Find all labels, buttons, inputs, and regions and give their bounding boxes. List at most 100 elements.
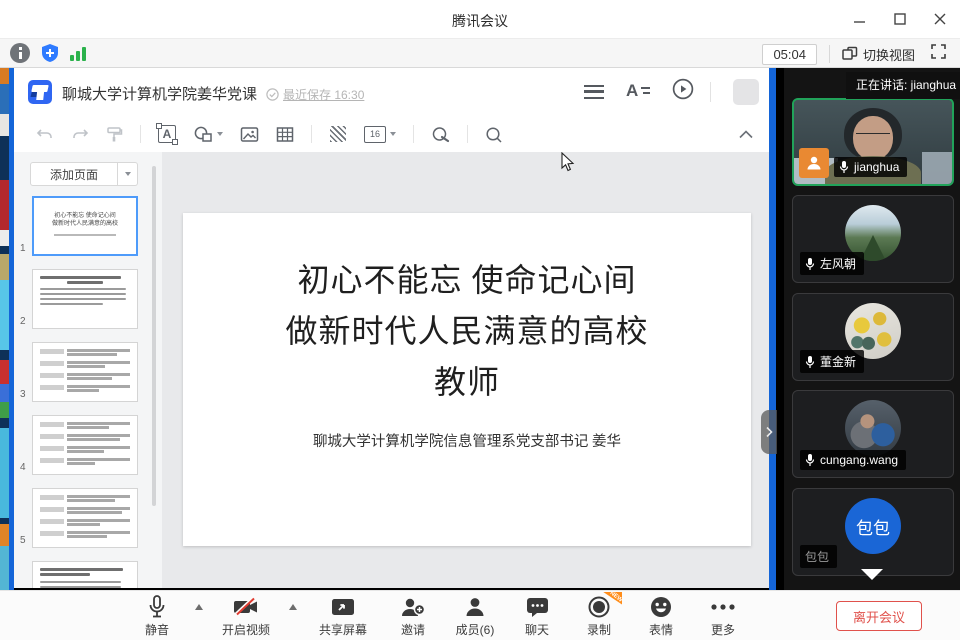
more-participants-arrow[interactable] bbox=[861, 569, 883, 580]
participant-tile-jianghua[interactable]: jianghua bbox=[792, 98, 954, 186]
slide-thumbnail-3[interactable]: 3 bbox=[32, 342, 138, 402]
participant-name: cungang.wang bbox=[820, 453, 898, 467]
saved-check-icon bbox=[266, 88, 279, 101]
smiley-icon bbox=[649, 595, 673, 619]
play-icon bbox=[672, 78, 694, 100]
add-page-dropdown[interactable] bbox=[118, 162, 138, 186]
share-border-right bbox=[769, 68, 776, 590]
mic-icon bbox=[839, 160, 849, 174]
doc-header: 聊城大学计算机学院姜华党课 最近保存 16:30 A bbox=[14, 68, 769, 116]
save-status: 最近保存 16:30 bbox=[266, 86, 364, 103]
panel-scrollbar[interactable] bbox=[152, 166, 156, 506]
mic-icon bbox=[147, 595, 167, 619]
close-button[interactable] bbox=[920, 0, 960, 38]
slide-thumbnail-2[interactable]: 2 bbox=[32, 269, 138, 329]
search-button[interactable] bbox=[485, 126, 503, 143]
image-button[interactable] bbox=[240, 126, 259, 143]
participant-name-chip: jianghua bbox=[834, 157, 907, 177]
doc-toolbar: A 16 bbox=[14, 116, 769, 152]
participant-name-chip: 董金新 bbox=[800, 350, 864, 373]
chat-button[interactable]: 聊天 bbox=[506, 594, 568, 638]
chat-icon bbox=[526, 596, 549, 618]
participant-name: jianghua bbox=[854, 160, 899, 174]
slide-thumbnail-6[interactable] bbox=[32, 561, 138, 588]
participant-name: 包包 bbox=[805, 548, 829, 565]
start-video-button[interactable]: 开启视频 bbox=[210, 594, 282, 638]
maximize-button[interactable] bbox=[880, 0, 920, 38]
fullscreen-button[interactable] bbox=[931, 44, 946, 64]
add-page-button[interactable]: 添加页面 bbox=[30, 162, 118, 186]
participant-tile-dongjinxin[interactable]: 董金新 bbox=[792, 293, 954, 381]
participant-tile-baobao[interactable]: 包包 包包 bbox=[792, 488, 954, 576]
network-signal-icon[interactable] bbox=[70, 45, 90, 63]
participant-name-chip: cungang.wang bbox=[800, 450, 906, 470]
more-dots-icon bbox=[710, 603, 736, 611]
thumbnail-number: 1 bbox=[20, 243, 26, 254]
expand-panel-tab[interactable] bbox=[761, 410, 777, 454]
slide-subtitle: 聊城大学计算机学院信息管理系党支部书记 姜华 bbox=[183, 430, 751, 451]
minimize-icon bbox=[854, 13, 866, 25]
security-shield-icon[interactable] bbox=[40, 43, 60, 63]
mic-options-arrow[interactable] bbox=[188, 604, 210, 610]
table-button[interactable] bbox=[276, 126, 294, 143]
share-screen-button[interactable]: 共享屏幕 bbox=[304, 594, 382, 638]
divider bbox=[413, 125, 414, 143]
thumbnail-number: 4 bbox=[20, 462, 26, 473]
present-button[interactable] bbox=[672, 78, 694, 105]
slide-thumbnail-4[interactable]: 4 bbox=[32, 415, 138, 475]
host-person-icon bbox=[805, 154, 823, 172]
switch-view-label: 切换视图 bbox=[863, 45, 915, 64]
format-painter-button[interactable] bbox=[106, 126, 123, 143]
mute-button[interactable]: 静音 bbox=[126, 594, 188, 638]
chevron-right-icon bbox=[765, 426, 773, 438]
members-icon bbox=[464, 596, 486, 618]
tencent-meeting-window: 腾讯会议 05:04 切换视图 bbox=[0, 0, 960, 640]
menu-icon[interactable] bbox=[584, 85, 604, 99]
account-avatar[interactable] bbox=[733, 79, 759, 105]
more-button[interactable]: 更多 bbox=[692, 594, 754, 638]
textbox-button[interactable]: A bbox=[158, 125, 176, 143]
participant-tile-zuofengchao[interactable]: 左风朝 bbox=[792, 195, 954, 283]
record-button[interactable]: NEW 录制 bbox=[568, 594, 630, 638]
maximize-icon bbox=[894, 13, 906, 25]
invite-button[interactable]: 邀请 bbox=[382, 594, 444, 638]
meeting-bottom-toolbar: 静音 开启视频 共享屏幕 邀请 bbox=[0, 590, 960, 640]
current-slide: 初心不能忘 使命记心间 做新时代人民满意的高校 教师 聊城大学计算机学院信息管理… bbox=[183, 213, 751, 546]
leave-meeting-button[interactable]: 离开会议 bbox=[836, 601, 922, 631]
emoji-button[interactable]: 表情 bbox=[630, 594, 692, 638]
switch-view-button[interactable]: 切换视图 bbox=[842, 45, 915, 64]
collapse-toolbar-button[interactable] bbox=[739, 126, 753, 144]
video-options-arrow[interactable] bbox=[282, 604, 304, 610]
shape-dropdown-arrow bbox=[217, 132, 223, 136]
divider bbox=[829, 45, 830, 63]
shape-button[interactable] bbox=[193, 125, 223, 143]
wps-presentation-app: 聊城大学计算机学院姜华党课 最近保存 16:30 A bbox=[14, 68, 769, 588]
participant-name: 左风朝 bbox=[820, 255, 856, 272]
doc-body: 添加页面 1 初心不能忘 使命记心间 做新时代人民满意的高校 bbox=[14, 152, 769, 588]
mic-icon bbox=[805, 355, 815, 369]
slide-thumbnail-panel: 添加页面 1 初心不能忘 使命记心间 做新时代人民满意的高校 bbox=[14, 152, 162, 588]
mouse-cursor bbox=[560, 152, 576, 179]
text-format-icon[interactable]: A bbox=[626, 83, 650, 101]
thumbnail-number: 3 bbox=[20, 389, 26, 400]
meeting-info-icon[interactable] bbox=[10, 43, 30, 63]
close-icon bbox=[934, 13, 946, 25]
invite-person-icon bbox=[400, 596, 426, 618]
participant-avatar bbox=[845, 400, 901, 456]
page-ratio-button[interactable]: 16 bbox=[364, 126, 396, 143]
fill-pattern-button[interactable] bbox=[329, 125, 347, 143]
window-titlebar: 腾讯会议 bbox=[0, 0, 960, 38]
host-badge bbox=[799, 148, 829, 178]
participant-name: 董金新 bbox=[820, 353, 856, 370]
participant-tile-cungang-wang[interactable]: cungang.wang bbox=[792, 390, 954, 478]
doc-title: 聊城大学计算机学院姜华党课 bbox=[62, 83, 257, 104]
slide-thumbnail-5[interactable]: 5 bbox=[32, 488, 138, 548]
members-button[interactable]: 成员(6) bbox=[444, 594, 506, 638]
slide-thumbnail-1[interactable]: 1 初心不能忘 使命记心间 做新时代人民满意的高校 bbox=[32, 196, 138, 256]
redo-button[interactable] bbox=[71, 126, 89, 142]
shared-screen-region: 聊城大学计算机学院姜华党课 最近保存 16:30 A bbox=[0, 68, 960, 590]
pen-button[interactable] bbox=[431, 126, 450, 143]
minimize-button[interactable] bbox=[840, 0, 880, 38]
undo-button[interactable] bbox=[36, 126, 54, 142]
share-screen-icon bbox=[331, 596, 355, 618]
